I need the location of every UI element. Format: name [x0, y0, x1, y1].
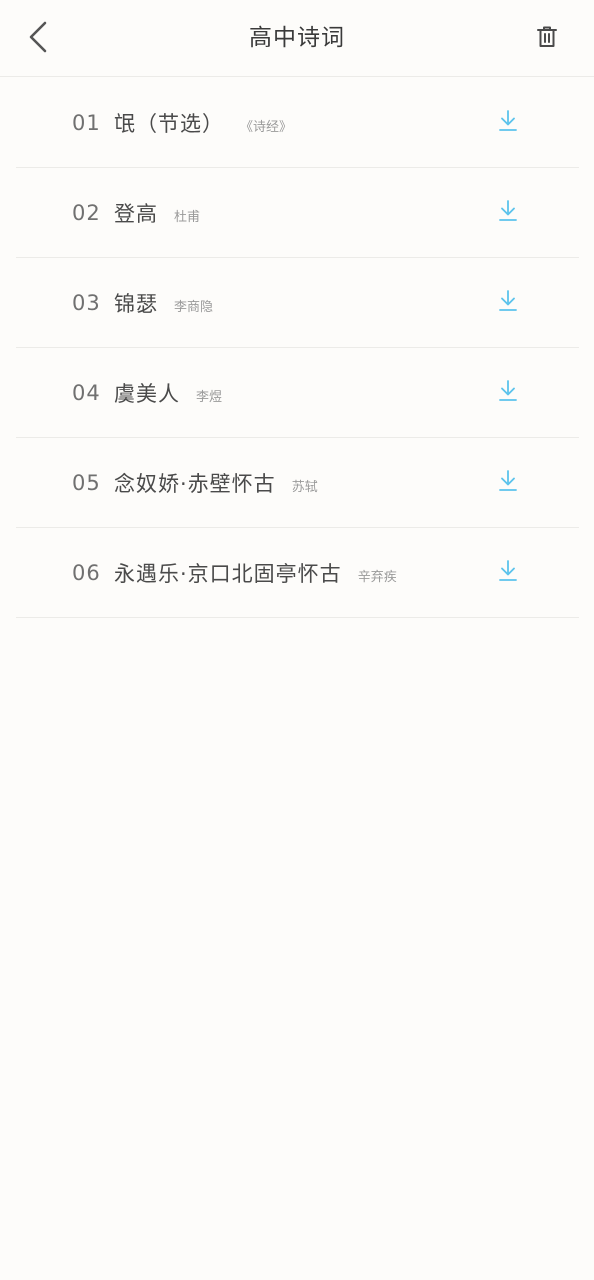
poem-name: 锦瑟	[114, 291, 158, 316]
poem-number: 03	[72, 290, 101, 315]
download-button[interactable]	[494, 379, 522, 407]
poem-title-group: 永遇乐·京口北固亭怀古 辛弃疾	[114, 558, 397, 588]
poem-title-group: 虞美人 李煜	[114, 378, 222, 408]
poem-name: 登高	[114, 201, 158, 226]
poem-author: 辛弃疾	[357, 569, 397, 585]
poem-author: 杜甫	[174, 209, 201, 225]
poem-name: 念奴娇·赤壁怀古	[114, 471, 276, 496]
poem-number: 01	[72, 110, 101, 135]
poem-number: 05	[72, 470, 101, 495]
download-icon	[498, 379, 518, 406]
poem-author: 李商隐	[174, 299, 214, 315]
poem-number: 04	[72, 380, 101, 405]
header-bar: 高中诗词	[0, 0, 594, 77]
page-title: 高中诗词	[249, 25, 345, 51]
download-button[interactable]	[494, 109, 522, 137]
poem-number: 06	[72, 560, 101, 585]
download-icon	[498, 109, 518, 136]
delete-button[interactable]	[528, 22, 566, 56]
poem-name: 虞美人	[114, 381, 180, 406]
poem-title-group: 锦瑟 李商隐	[114, 288, 213, 318]
poem-list: 01 氓（节选） 《诗经》 02 登高 杜甫 03 锦瑟 李商隐 04 虞美人 …	[16, 78, 579, 618]
screen: 高中诗词 01 氓（节选） 《诗经》 02 登高 杜甫 03 锦瑟 李商隐 04…	[0, 0, 594, 1280]
poem-row[interactable]: 05 念奴娇·赤壁怀古 苏轼	[16, 438, 579, 528]
download-icon	[498, 289, 518, 316]
poem-name: 永遇乐·京口北固亭怀古	[114, 561, 342, 586]
poem-author: 李煜	[196, 389, 223, 405]
download-button[interactable]	[494, 469, 522, 497]
download-icon	[498, 559, 518, 586]
trash-icon	[536, 25, 558, 53]
download-icon	[498, 199, 518, 226]
poem-title-group: 登高 杜甫	[114, 198, 200, 228]
back-arrow-icon	[27, 20, 49, 58]
poem-author: 苏轼	[291, 479, 318, 495]
poem-row[interactable]: 06 永遇乐·京口北固亭怀古 辛弃疾	[16, 528, 579, 618]
back-button[interactable]	[18, 18, 58, 60]
poem-row[interactable]: 01 氓（节选） 《诗经》	[16, 78, 579, 168]
poem-row[interactable]: 03 锦瑟 李商隐	[16, 258, 579, 348]
poem-name: 氓（节选）	[114, 111, 224, 136]
poem-title-group: 氓（节选） 《诗经》	[114, 108, 292, 138]
poem-title-group: 念奴娇·赤壁怀古 苏轼	[114, 468, 318, 498]
download-icon	[498, 469, 518, 496]
poem-number: 02	[72, 200, 101, 225]
poem-row[interactable]: 02 登高 杜甫	[16, 168, 579, 258]
download-button[interactable]	[494, 199, 522, 227]
download-button[interactable]	[494, 559, 522, 587]
download-button[interactable]	[494, 289, 522, 317]
poem-row[interactable]: 04 虞美人 李煜	[16, 348, 579, 438]
poem-author: 《诗经》	[240, 119, 293, 135]
